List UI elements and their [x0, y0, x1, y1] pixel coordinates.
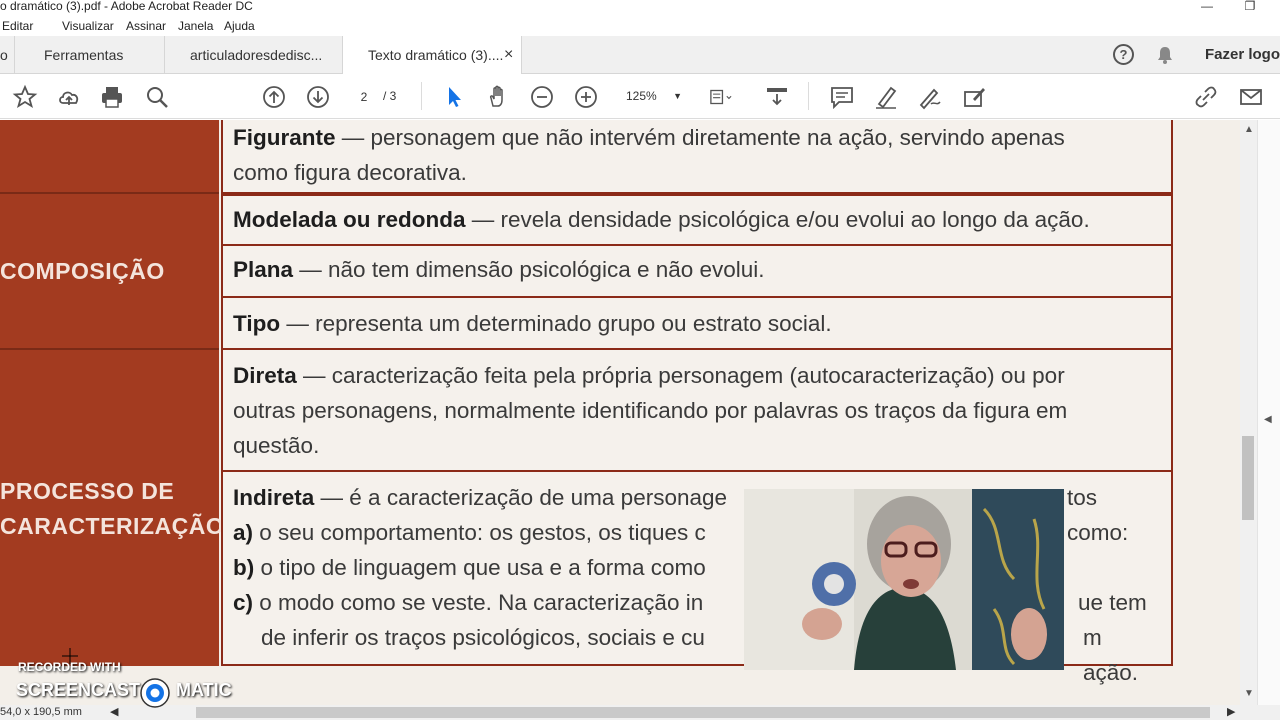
scroll-mode-icon[interactable]: [764, 84, 790, 110]
tab-tools[interactable]: Ferramentas: [44, 36, 164, 74]
minimize-button[interactable]: —: [1197, 0, 1217, 14]
star-icon[interactable]: [12, 84, 38, 110]
tab-texto-dramatico-label: Texto dramático (3)....: [368, 47, 504, 63]
tab-articuladores[interactable]: articuladoresdedisc...: [190, 36, 340, 74]
email-icon[interactable]: [1238, 84, 1264, 110]
restore-button[interactable]: ❐: [1240, 0, 1260, 14]
vertical-scroll-thumb[interactable]: [1242, 436, 1254, 520]
crosshair-cursor-icon: [62, 648, 78, 664]
scroll-up-icon[interactable]: ▲: [1244, 124, 1254, 135]
page-number-input[interactable]: 2: [348, 85, 380, 107]
sign-icon[interactable]: [917, 84, 943, 110]
help-icon[interactable]: ?: [1113, 44, 1134, 65]
menu-janela[interactable]: Janela: [178, 19, 213, 33]
tab-texto-dramatico[interactable]: Texto dramático (3).... ×: [342, 36, 522, 75]
share-link-icon[interactable]: [1193, 84, 1219, 110]
row-figurante: Figurante — personagem que não intervém …: [221, 120, 1173, 194]
print-icon[interactable]: [99, 84, 125, 110]
menu-ajuda[interactable]: Ajuda: [224, 19, 255, 33]
scroll-down-icon[interactable]: ▼: [1244, 688, 1254, 699]
menu-bar: Editar Visualizar Assinar Janela Ajuda: [0, 16, 1280, 36]
highlight-pen-icon[interactable]: [873, 84, 899, 110]
menu-editar[interactable]: Editar: [2, 19, 33, 33]
login-button[interactable]: Fazer logo: [1205, 36, 1280, 74]
page-dimensions: 54,0 x 190,5 mm: [0, 706, 82, 718]
scroll-right-icon[interactable]: ▶: [1227, 705, 1235, 718]
title-bar: o dramático (3).pdf - Adobe Acrobat Read…: [0, 0, 1280, 16]
right-pane-toggle[interactable]: ◀: [1257, 120, 1280, 705]
select-cursor-icon[interactable]: [441, 84, 467, 110]
vertical-scrollbar[interactable]: ▲ ▼: [1240, 120, 1257, 705]
toolbar: 2 / 3 125% ▼: [0, 74, 1280, 119]
row-modelada: Modelada ou redonda — revela densidade p…: [221, 194, 1173, 246]
page-down-icon[interactable]: [305, 84, 331, 110]
chevron-down-icon: ▼: [673, 91, 682, 101]
zoom-level-value: 125%: [626, 89, 657, 103]
zoom-in-icon[interactable]: [573, 84, 599, 110]
watermark-brand-right: MATIC: [176, 680, 232, 700]
menu-assinar[interactable]: Assinar: [126, 19, 166, 33]
row-tipo: Tipo — representa um determinado grupo o…: [221, 298, 1173, 350]
menu-visualizar[interactable]: Visualizar: [62, 19, 114, 33]
window-title: o dramático (3).pdf - Adobe Acrobat Read…: [0, 0, 253, 13]
upload-cloud-icon[interactable]: [56, 84, 82, 110]
screencast-logo-icon: [139, 677, 171, 709]
fit-page-icon[interactable]: [708, 84, 744, 110]
zoom-out-icon[interactable]: [529, 84, 555, 110]
watermark-brand-left: SCREENCAST: [16, 680, 141, 700]
search-icon[interactable]: [144, 84, 170, 110]
page-up-icon[interactable]: [261, 84, 287, 110]
close-tab-icon[interactable]: ×: [504, 36, 513, 74]
webcam-overlay: [744, 489, 1064, 670]
tab-bar: o Ferramentas articuladoresdedisc... Tex…: [0, 36, 1280, 75]
expand-pane-icon[interactable]: ◀: [1264, 414, 1272, 425]
bell-icon[interactable]: [1155, 45, 1175, 65]
row-direta: Direta — caracterização feita pela própr…: [221, 350, 1173, 472]
edit-pdf-icon[interactable]: [961, 84, 987, 110]
horizontal-scroll-thumb[interactable]: [196, 707, 1210, 718]
label-processo-1: PROCESSO DE: [0, 478, 175, 504]
zoom-level-select[interactable]: 125% ▼: [618, 85, 688, 107]
table-left-column: [0, 120, 219, 666]
scroll-left-icon[interactable]: ◀: [110, 705, 118, 718]
comment-icon[interactable]: [829, 84, 855, 110]
page-total: / 3: [383, 89, 397, 103]
tab-home[interactable]: o: [0, 36, 14, 74]
hand-tool-icon[interactable]: [485, 84, 511, 110]
label-processo-2: CARACTERIZAÇÃO: [0, 513, 225, 539]
row-plana: Plana — não tem dimensão psicológica e n…: [221, 246, 1173, 298]
label-composicao: COMPOSIÇÃO: [0, 258, 165, 284]
